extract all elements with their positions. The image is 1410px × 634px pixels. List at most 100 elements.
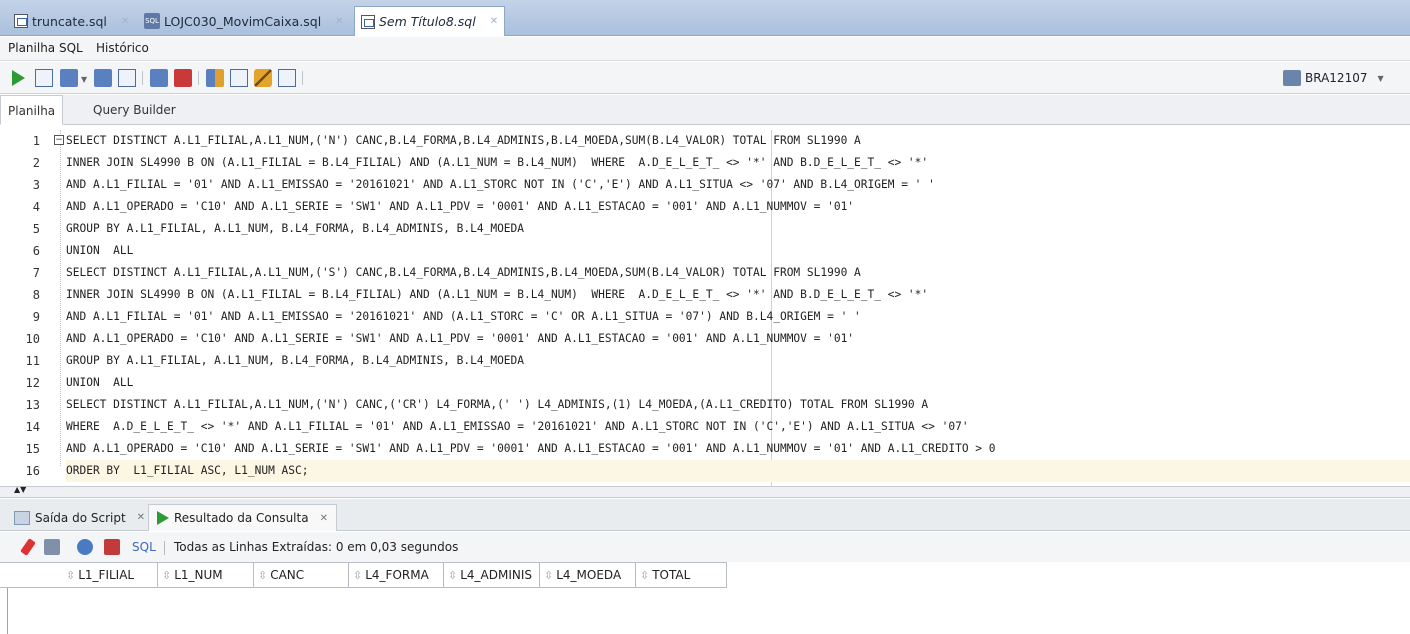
editor-tabs: Planilha Query Builder	[0, 95, 1410, 125]
file-tab-lojc030[interactable]: SQL LOJC030_MovimCaixa.sql ✕	[138, 6, 350, 36]
run-statement-icon[interactable]	[12, 70, 25, 86]
commit-icon[interactable]	[60, 69, 78, 87]
script-output-icon	[14, 510, 30, 525]
rollback-icon[interactable]	[94, 69, 112, 87]
column-header[interactable]: ⇳ CANC	[254, 563, 349, 587]
code-line[interactable]: SELECT DISTINCT A.L1_FILIAL,A.L1_NUM,('N…	[66, 130, 861, 152]
column-header[interactable]: ⇳ L4_ADMINIS	[444, 563, 540, 587]
code-line[interactable]: GROUP BY A.L1_FILIAL, A.L1_NUM, B.L4_FOR…	[66, 218, 524, 240]
line-number: 1	[32, 134, 40, 148]
code-line[interactable]: AND A.L1_OPERADO = 'C10' AND A.L1_SERIE …	[66, 438, 996, 460]
explain-plan-icon[interactable]	[118, 69, 136, 87]
worksheet-toolbar: ▼ BRA12107 ▼	[0, 62, 1410, 94]
sql-editor[interactable]: − 1 SELECT DISTINCT A.L1_FILIAL,A.L1_NUM,…	[0, 126, 1410, 486]
column-header-label: TOTAL	[652, 568, 691, 582]
tab-label: Resultado da Consulta	[174, 511, 309, 525]
file-tab-sem-titulo8[interactable]: Sem Título8.sql ✕	[354, 6, 506, 36]
code-line[interactable]: INNER JOIN SL4990 B ON (A.L1_FILIAL = B.…	[66, 152, 928, 174]
line-number: 4	[32, 200, 40, 214]
tab-resultado-da-consulta[interactable]: Resultado da Consulta ✕	[148, 504, 337, 531]
line-number: 9	[32, 310, 40, 324]
line-number: 14	[25, 420, 40, 434]
toolbar-separator	[302, 71, 303, 85]
file-tab-label: LOJC030_MovimCaixa.sql	[164, 13, 322, 29]
code-line[interactable]: WHERE A.D_E_L_E_T_ <> '*' AND A.L1_FILIA…	[66, 416, 969, 438]
line-number: 7	[32, 266, 40, 280]
code-line[interactable]: SELECT DISTINCT A.L1_FILIAL,A.L1_NUM,('S…	[66, 262, 861, 284]
close-icon[interactable]: ✕	[335, 16, 343, 27]
code-line[interactable]: ORDER BY L1_FILIAL ASC, L1_NUM ASC;	[66, 460, 1410, 482]
splitter-arrows-icon[interactable]: ▲▼	[14, 486, 26, 494]
file-tab-bar: truncate.sql ✕ SQL LOJC030_MovimCaixa.sq…	[0, 0, 1410, 36]
file-tab-label: Sem Título8.sql	[379, 14, 476, 29]
close-icon[interactable]: ✕	[121, 16, 129, 27]
sort-icon[interactable]: ⇳	[258, 569, 267, 582]
refresh-icon[interactable]	[77, 539, 93, 555]
tab-saida-do-script[interactable]: Saída do Script ✕	[6, 504, 153, 531]
chevron-down-icon[interactable]: ▼	[81, 75, 87, 84]
column-header[interactable]: ⇳ L1_FILIAL	[62, 563, 158, 587]
code-line[interactable]: SELECT DISTINCT A.L1_FILIAL,A.L1_NUM,('N…	[66, 394, 928, 416]
fetch-status: Todas as Linhas Extraídas: 0 em 0,03 seg…	[174, 540, 459, 554]
line-number: 6	[32, 244, 40, 258]
column-header-label: CANC	[270, 568, 305, 582]
autotrace-icon[interactable]	[150, 69, 168, 87]
sql-link[interactable]: SQL	[132, 540, 156, 554]
sql-file-icon	[14, 14, 28, 28]
column-header-label: L4_FORMA	[365, 568, 429, 582]
code-line[interactable]: GROUP BY A.L1_FILIAL, A.L1_NUM, B.L4_FOR…	[66, 350, 524, 372]
chevron-down-icon[interactable]: ▼	[1377, 74, 1383, 83]
tab-historico[interactable]: Histórico	[96, 41, 149, 55]
code-line[interactable]: AND A.L1_FILIAL = '01' AND A.L1_EMISSAO …	[66, 174, 935, 196]
close-icon[interactable]: ✕	[320, 513, 328, 524]
column-header[interactable]: ⇳ TOTAL	[636, 563, 727, 587]
column-header[interactable]: ⇳ L4_FORMA	[349, 563, 444, 587]
pane-splitter[interactable]: ▲▼	[0, 486, 1410, 498]
code-line[interactable]: INNER JOIN SL4990 B ON (A.L1_FILIAL = B.…	[66, 284, 928, 306]
column-header[interactable]: ⇳ L4_MOEDA	[540, 563, 636, 587]
code-line[interactable]: AND A.L1_OPERADO = 'C10' AND A.L1_SERIE …	[66, 328, 854, 350]
file-tab-truncate[interactable]: truncate.sql ✕	[8, 6, 135, 36]
sort-icon[interactable]: ⇳	[544, 569, 553, 582]
sort-icon[interactable]: ⇳	[448, 569, 457, 582]
sort-icon[interactable]: ⇳	[353, 569, 362, 582]
code-line[interactable]: AND A.L1_FILIAL = '01' AND A.L1_EMISSAO …	[66, 306, 861, 328]
run-query-icon	[157, 511, 169, 525]
line-number: 5	[32, 222, 40, 236]
results-grid-header: ⇳ L1_FILIAL ⇳ L1_NUM ⇳ CANC ⇳ L4_FORMA ⇳ L4_ADMIN…	[0, 562, 727, 588]
to-upper-lower-icon[interactable]	[230, 69, 248, 87]
print-icon[interactable]	[44, 539, 60, 555]
delete-icon[interactable]	[104, 539, 120, 555]
run-script-icon[interactable]	[35, 69, 53, 87]
code-line[interactable]: UNION ALL	[66, 372, 133, 394]
worksheet-subtabs: Planilha SQL Histórico	[0, 37, 1410, 61]
connection-selector[interactable]: BRA12107 ▼	[1283, 67, 1407, 89]
sql-tuning-icon[interactable]	[174, 69, 192, 87]
tab-query-builder[interactable]: Query Builder	[93, 103, 176, 117]
sort-icon[interactable]: ⇳	[640, 569, 649, 582]
toolbar-separator	[198, 71, 199, 85]
file-tab-label: truncate.sql	[32, 13, 107, 29]
results-grid-body	[0, 588, 1410, 634]
sort-icon[interactable]: ⇳	[66, 569, 75, 582]
close-icon[interactable]: ✕	[490, 16, 498, 27]
grid-edge	[7, 588, 8, 634]
sort-icon[interactable]: ⇳	[162, 569, 171, 582]
unshared-sql-icon[interactable]	[206, 69, 224, 87]
tab-label: Saída do Script	[35, 510, 126, 525]
tab-planilha-sql[interactable]: Planilha SQL	[8, 41, 83, 55]
close-icon[interactable]: ✕	[137, 512, 145, 523]
history-icon[interactable]	[278, 69, 296, 87]
line-number: 15	[25, 442, 40, 456]
line-number: 12	[25, 376, 40, 390]
pin-icon[interactable]	[20, 538, 36, 556]
fold-toggle-icon[interactable]: −	[54, 135, 64, 145]
clear-icon[interactable]	[254, 69, 272, 87]
line-number: 10	[25, 332, 40, 346]
code-line[interactable]: AND A.L1_OPERADO = 'C10' AND A.L1_SERIE …	[66, 196, 854, 218]
code-line[interactable]: UNION ALL	[66, 240, 133, 262]
line-number: 16	[25, 464, 40, 478]
tab-planilha[interactable]: Planilha	[0, 95, 64, 125]
column-header-label: L1_FILIAL	[78, 568, 135, 582]
column-header[interactable]: ⇳ L1_NUM	[158, 563, 254, 587]
